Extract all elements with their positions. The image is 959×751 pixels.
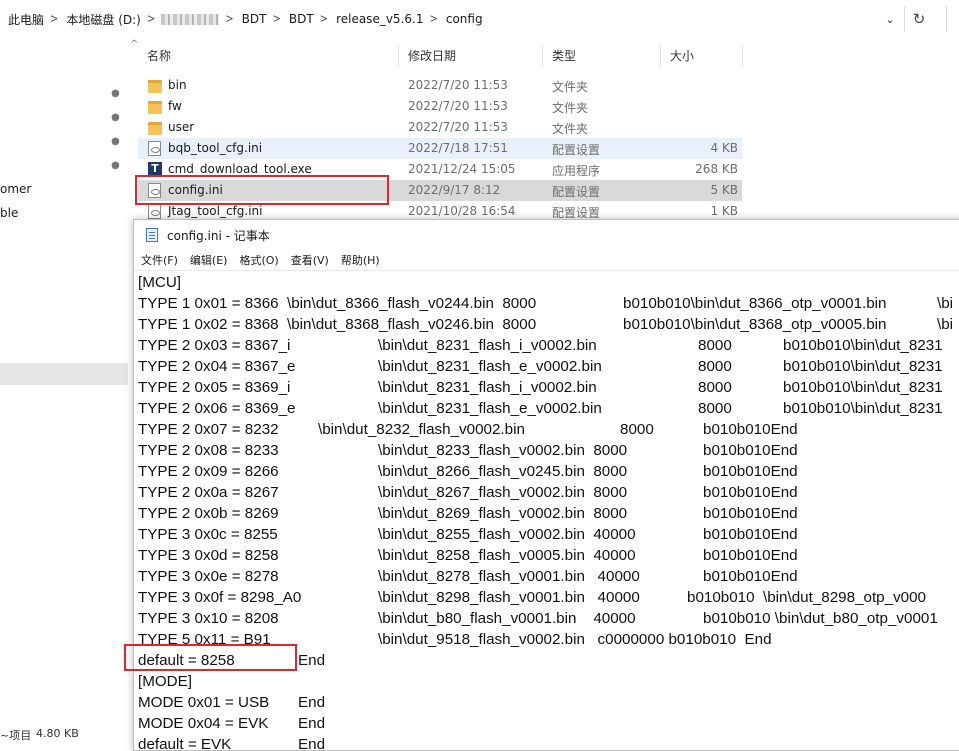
breadcrumb-release[interactable]: release_v5.6.1 xyxy=(330,12,427,26)
notepad-window: config.ini - 记事本 文件(F) 编辑(E) 格式(O) 查看(V)… xyxy=(133,219,959,751)
file-type: 配置设置 xyxy=(552,143,601,157)
file-type: 文件夹 xyxy=(552,80,589,94)
file-size: 5 KB xyxy=(710,183,738,197)
folder-icon xyxy=(148,80,162,93)
folder-icon xyxy=(148,122,162,135)
pin-icon: ● xyxy=(108,158,123,173)
chevron-right-icon[interactable]: > xyxy=(318,12,330,25)
file-row-user[interactable]: user 2022/7/20 11:53 文件夹 xyxy=(138,117,742,138)
file-date: 2021/12/24 15:05 xyxy=(408,162,516,176)
notepad-titlebar[interactable]: config.ini - 记事本 xyxy=(134,220,959,250)
file-date: 2022/7/20 11:53 xyxy=(408,120,508,134)
file-type: 应用程序 xyxy=(552,164,601,178)
file-type: 文件夹 xyxy=(552,122,589,136)
menu-help[interactable]: 帮助(H) xyxy=(334,250,385,270)
search-box[interactable] xyxy=(946,6,959,32)
notepad-menubar: 文件(F) 编辑(E) 格式(O) 查看(V) 帮助(H) xyxy=(134,250,959,270)
pin-icon: ● xyxy=(108,86,123,101)
column-name[interactable]: 名称 xyxy=(138,44,399,68)
chevron-down-icon[interactable]: ⌄ xyxy=(878,6,902,32)
address-bar: 此电脑 > 本地磁盘 (D:) > > BDT > BDT > release_v5.6… xyxy=(0,0,959,38)
file-row-fw[interactable]: fw 2022/7/20 11:53 文件夹 xyxy=(138,96,742,117)
file-size: 4 KB xyxy=(710,141,738,155)
breadcrumb-config[interactable]: config xyxy=(440,12,487,26)
nav-item-selected[interactable] xyxy=(0,363,128,385)
file-date: 2022/7/20 11:53 xyxy=(408,78,508,92)
status-item-count: ~项目 xyxy=(0,729,32,742)
menu-view[interactable]: 查看(V) xyxy=(284,250,334,270)
file-row-bqb-tool-cfg[interactable]: bqb_tool_cfg.ini 2022/7/18 17:51 配置设置 4 … xyxy=(138,138,742,159)
status-size: 4.80 KB xyxy=(36,727,79,740)
pin-icon: ● xyxy=(108,134,123,149)
file-date: 2022/7/18 17:51 xyxy=(408,141,508,155)
file-name: bin xyxy=(168,78,187,92)
menu-edit[interactable]: 编辑(E) xyxy=(183,250,233,270)
exe-icon: T xyxy=(148,162,162,176)
highlight-box-default-line xyxy=(124,644,297,671)
file-name: bqb_tool_cfg.ini xyxy=(168,141,263,155)
column-size[interactable]: 大小 xyxy=(661,44,743,68)
breadcrumb-bdt[interactable]: BDT xyxy=(236,12,271,26)
chevron-right-icon[interactable]: > xyxy=(270,12,282,25)
chevron-right-icon[interactable]: > xyxy=(223,12,235,25)
navigation-pane: ● ● ● ● omer ble xyxy=(0,38,128,743)
file-date: 2022/9/17 8:12 xyxy=(408,183,501,197)
ini-file-icon xyxy=(148,204,161,219)
chevron-right-icon[interactable]: > xyxy=(48,12,60,25)
column-date[interactable]: 修改日期 xyxy=(399,44,543,68)
file-name: fw xyxy=(168,99,182,113)
file-name: Jtag_tool_cfg.ini xyxy=(168,204,263,218)
notepad-text-area[interactable]: [MCU] TYPE 1 0x01 = 8366 \bin\dut_8366_f… xyxy=(134,270,959,751)
chevron-right-icon[interactable]: > xyxy=(427,12,439,25)
breadcrumb: 此电脑 > 本地磁盘 (D:) > > BDT > BDT > release_v5.6… xyxy=(0,6,878,32)
nav-item-customer[interactable]: omer xyxy=(0,182,31,196)
file-size: 1 KB xyxy=(710,204,738,218)
menu-format[interactable]: 格式(O) xyxy=(232,250,283,270)
menu-file[interactable]: 文件(F) xyxy=(134,250,183,270)
file-name: user xyxy=(168,120,195,134)
file-date: 2022/7/20 11:53 xyxy=(408,99,508,113)
notepad-title: config.ini - 记事本 xyxy=(167,229,270,243)
ini-file-icon xyxy=(148,141,161,156)
column-type[interactable]: 类型 xyxy=(543,44,661,68)
notepad-icon xyxy=(146,228,158,242)
highlight-box-config-ini xyxy=(135,175,389,205)
redacted-folder-name[interactable] xyxy=(161,13,220,25)
nav-item-table[interactable]: ble xyxy=(0,206,18,220)
breadcrumb-drive-d[interactable]: 本地磁盘 (D:) xyxy=(60,11,144,28)
pin-icon: ● xyxy=(108,110,123,125)
file-size: 268 KB xyxy=(695,162,738,176)
file-name: cmd_download_tool.exe xyxy=(168,162,312,176)
status-bar: ~项目 4.80 KB xyxy=(0,727,128,743)
breadcrumb-this-pc[interactable]: 此电脑 xyxy=(0,11,48,28)
breadcrumb-bdt-sub[interactable]: BDT xyxy=(283,12,318,26)
refresh-icon[interactable]: ↻ xyxy=(904,6,933,32)
file-type: 文件夹 xyxy=(552,101,589,115)
file-row-bin[interactable]: bin 2022/7/20 11:53 文件夹 xyxy=(138,75,742,96)
folder-icon xyxy=(148,101,162,114)
file-type: 配置设置 xyxy=(552,185,601,199)
file-date: 2021/10/28 16:54 xyxy=(408,204,516,218)
chevron-right-icon[interactable]: > xyxy=(145,12,157,25)
